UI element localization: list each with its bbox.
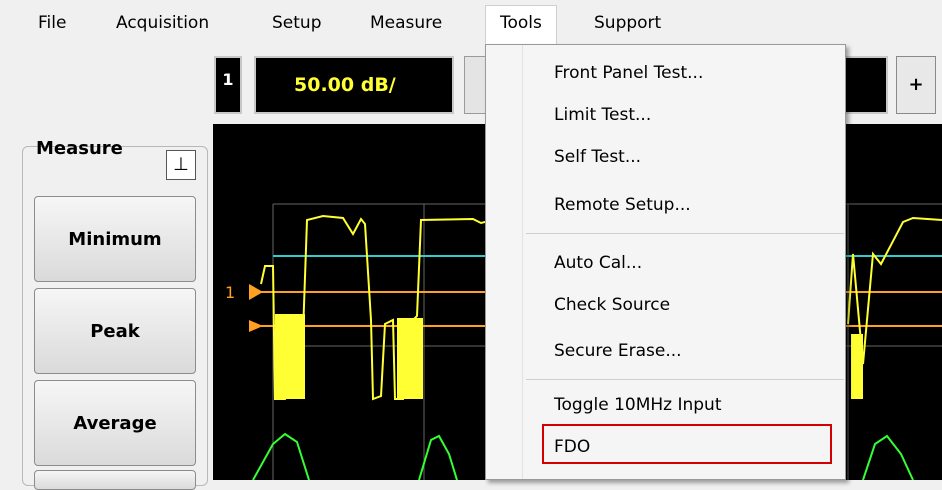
menu-separator <box>526 233 844 234</box>
menu-item-front-panel-test[interactable]: Front Panel Test... <box>554 63 703 83</box>
menu-file[interactable]: File <box>38 6 66 40</box>
channel-indicator[interactable]: 1 <box>214 56 242 114</box>
measure-panel-title: Measure <box>36 138 123 159</box>
plus-button[interactable]: + <box>896 56 936 114</box>
menu-separator <box>526 379 844 380</box>
menu-acquisition[interactable]: Acquisition <box>116 6 209 40</box>
menu-item-auto-cal[interactable]: Auto Cal... <box>554 253 642 273</box>
fdo-highlight-box <box>542 424 832 464</box>
menu-item-secure-erase[interactable]: Secure Erase... <box>554 341 682 361</box>
menu-item-self-test[interactable]: Self Test... <box>554 147 641 167</box>
marker-arrow-1 <box>249 284 263 300</box>
marker-arrow-2 <box>249 320 263 332</box>
menu-item-limit-test[interactable]: Limit Test... <box>554 105 651 125</box>
menu-item-remote-setup[interactable]: Remote Setup... <box>554 195 691 215</box>
scale-readout[interactable]: 50.00 dB/ <box>254 56 454 114</box>
menu-bar: File Acquisition Setup Measure Tools Sup… <box>0 0 942 46</box>
menu-measure[interactable]: Measure <box>370 6 442 40</box>
marker-label: 1 <box>225 283 235 302</box>
menu-icon-gutter <box>522 45 523 479</box>
minimum-button[interactable]: Minimum <box>34 196 196 282</box>
peak-button[interactable]: Peak <box>34 288 196 374</box>
menu-tools[interactable]: Tools <box>485 5 557 46</box>
menu-item-toggle-10mhz-input[interactable]: Toggle 10MHz Input <box>554 395 722 415</box>
menu-support[interactable]: Support <box>594 6 661 40</box>
menu-setup[interactable]: Setup <box>272 6 321 40</box>
tools-dropdown-menu: Front Panel Test... Limit Test... Self T… <box>485 44 846 480</box>
pin-icon[interactable]: ⊥ <box>166 150 196 180</box>
next-measure-button[interactable] <box>34 470 196 490</box>
average-button[interactable]: Average <box>34 380 196 466</box>
menu-item-check-source[interactable]: Check Source <box>554 295 670 315</box>
